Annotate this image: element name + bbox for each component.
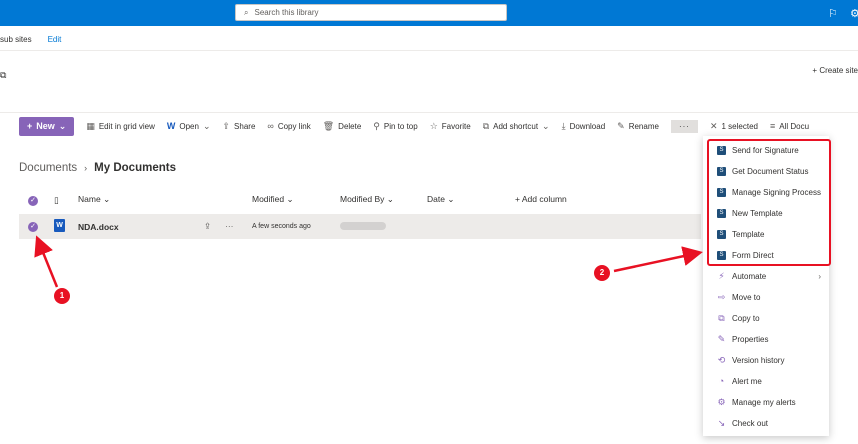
step-badge-2: 2 xyxy=(594,265,610,281)
annotation-arrows xyxy=(34,235,703,288)
step-badge-1: 1 xyxy=(54,288,70,304)
arrow-to-checkbox xyxy=(34,235,59,288)
arrow-to-menu xyxy=(613,246,703,273)
